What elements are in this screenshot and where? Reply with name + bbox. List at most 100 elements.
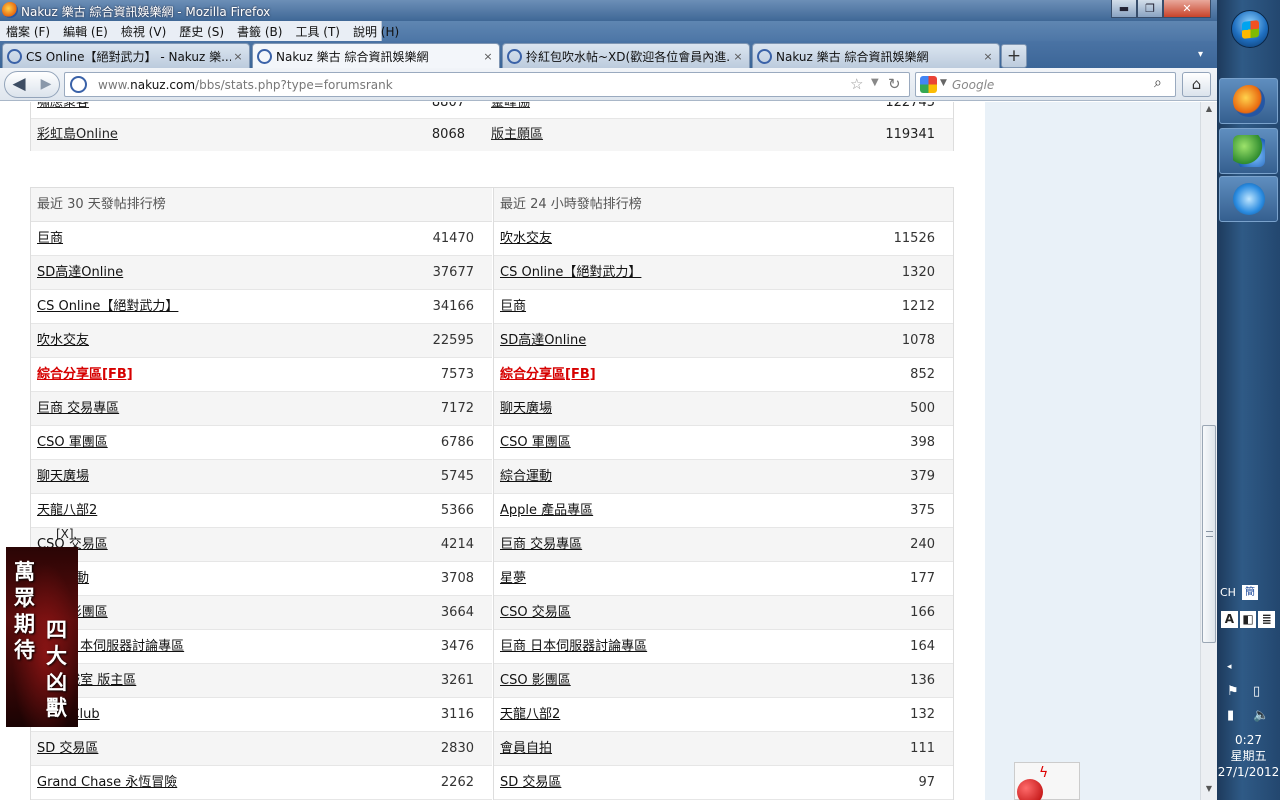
- menu-item[interactable]: 檢視 (V): [121, 23, 166, 40]
- maximize-button[interactable]: ❐: [1137, 0, 1163, 18]
- system-clock[interactable]: 0:27 星期五 27/1/2012: [1217, 732, 1280, 780]
- forum-link[interactable]: 聊天廣場: [500, 392, 552, 425]
- tab-cs-online[interactable]: CS Online【絕對武力】 - Nakuz 樂... ×: [2, 43, 250, 68]
- forum-link[interactable]: 巨商 交易專區: [500, 528, 582, 561]
- tab-close-icon[interactable]: ×: [231, 50, 245, 63]
- forum-link[interactable]: CS Online【絕對武力】: [37, 290, 178, 323]
- device-icon[interactable]: ▯: [1253, 684, 1260, 699]
- forum-link[interactable]: 巨商: [37, 222, 63, 255]
- back-button[interactable]: ◀: [7, 73, 31, 96]
- forum-link[interactable]: 巨商 交易專區: [37, 392, 119, 425]
- forum-link[interactable]: 巨商 日本伺服器討論專區: [500, 630, 647, 663]
- forum-link[interactable]: SD 交易區: [37, 732, 98, 765]
- title-bar[interactable]: Nakuz 樂古 綜合資訊娛樂網 - Mozilla Firefox ▬ ❐ ✕: [0, 0, 1217, 21]
- tab-close-icon[interactable]: ×: [731, 50, 745, 63]
- url-text[interactable]: www.nakuz.com/bbs/stats.php?type=forumsr…: [98, 78, 393, 92]
- menu-item[interactable]: 編輯 (E): [63, 23, 108, 40]
- forum-link[interactable]: 天龍八部2: [37, 494, 97, 527]
- taskbar-messenger[interactable]: [1219, 128, 1278, 174]
- forum-link[interactable]: SD高達Online: [500, 324, 586, 357]
- table-row: 巨商 城室 版主區 3261: [31, 664, 492, 698]
- forum-link[interactable]: CSO 軍團區: [37, 426, 108, 459]
- start-button[interactable]: [1231, 10, 1269, 48]
- post-count: 122745: [885, 102, 935, 110]
- forum-link[interactable]: 星夢: [500, 562, 526, 595]
- forum-link[interactable]: CSO 軍團區: [500, 426, 571, 459]
- address-bar[interactable]: www.nakuz.com/bbs/stats.php?type=forumsr…: [64, 72, 910, 97]
- forum-link[interactable]: 吹水交友: [500, 222, 552, 255]
- volume-icon[interactable]: 🔈: [1253, 708, 1269, 723]
- previous-rank-table: 嘯應衆客 8807 靈峰協 122745 彩虹島Online 8068 版主願區…: [30, 102, 954, 151]
- table-row: 巨商 交易專區 240: [494, 528, 953, 562]
- tab-nakuz[interactable]: Nakuz 樂古 綜合資訊娛樂網 ×: [752, 43, 1000, 68]
- tab-nakuz-active[interactable]: Nakuz 樂古 綜合資訊娛樂網 ×: [252, 43, 500, 69]
- search-input[interactable]: Google: [952, 78, 994, 92]
- ime-menu-icon[interactable]: ≣: [1258, 611, 1276, 628]
- forum-link[interactable]: 天龍八部2: [500, 698, 560, 731]
- forum-link[interactable]: 會員自拍: [500, 732, 552, 765]
- forum-link[interactable]: CSO 交易區: [500, 596, 571, 629]
- ime-width-icon[interactable]: ◧: [1239, 611, 1257, 628]
- scroll-up-icon[interactable]: ▲: [1201, 104, 1217, 118]
- search-bar[interactable]: ▼ Google ⌕: [915, 72, 1176, 97]
- menu-item[interactable]: 工具 (T): [295, 23, 340, 40]
- close-button[interactable]: ✕: [1163, 0, 1211, 18]
- forum-link[interactable]: 吹水交友: [37, 324, 89, 357]
- forum-link[interactable]: 綜合分享區[FB]: [500, 358, 596, 391]
- taskbar-ie[interactable]: [1219, 176, 1278, 222]
- page-scrollbar[interactable]: ▲ ▼: [1200, 102, 1217, 800]
- forum-link[interactable]: Grand Chase 永恆冒險: [37, 766, 177, 799]
- reload-icon[interactable]: ↻: [888, 75, 901, 93]
- tab-list-icon[interactable]: ▾: [1198, 49, 1212, 63]
- forum-link[interactable]: CSO 影團區: [500, 664, 571, 697]
- forward-button[interactable]: ▶: [35, 73, 57, 96]
- show-hidden-icons[interactable]: ◂: [1227, 662, 1232, 672]
- forum-link[interactable]: 版主願區: [491, 119, 543, 151]
- network-signal-icon[interactable]: ▮: [1227, 708, 1234, 723]
- site-identity-icon[interactable]: [70, 76, 87, 93]
- forum-link[interactable]: 嘯應衆客: [37, 102, 89, 119]
- ad-close-button[interactable]: [X]: [56, 527, 74, 541]
- forum-link[interactable]: 綜合分享區[FB]: [37, 358, 133, 391]
- language-indicator[interactable]: CH: [1220, 586, 1236, 599]
- ime-mode-icon[interactable]: A: [1221, 611, 1238, 628]
- table-row: 吹水交友 22595: [31, 324, 492, 358]
- nakuz-favicon-icon: [757, 48, 772, 64]
- tab-label: Nakuz 樂古 綜合資訊娛樂網: [776, 49, 929, 64]
- menu-item[interactable]: 檔案 (F): [6, 23, 50, 40]
- home-button[interactable]: ⌂: [1182, 72, 1211, 97]
- forum-link[interactable]: CS Online【絕對武力】: [500, 256, 641, 289]
- google-engine-icon[interactable]: [920, 76, 937, 93]
- search-go-icon[interactable]: ⌕: [1154, 75, 1162, 91]
- new-tab-button[interactable]: +: [1001, 44, 1027, 68]
- menu-item[interactable]: 歷史 (S): [179, 23, 224, 40]
- forum-link[interactable]: 聊天廣場: [37, 460, 89, 493]
- action-center-flag-icon[interactable]: ⚑: [1227, 684, 1239, 699]
- forum-link[interactable]: SD 交易區: [500, 766, 561, 799]
- floating-ad-banner[interactable]: 萬眾期待 四大凶獸: [6, 547, 78, 727]
- forum-link[interactable]: SD高達Online: [37, 256, 123, 289]
- menu-item[interactable]: 書籤 (B): [237, 23, 282, 40]
- forum-link[interactable]: 靈峰協: [491, 102, 530, 119]
- table-row: 巨商 日本伺服器討論專區 164: [494, 630, 953, 664]
- post-count: 136: [910, 673, 935, 688]
- scroll-thumb[interactable]: [1202, 425, 1216, 643]
- taskbar-firefox[interactable]: [1219, 78, 1278, 124]
- tab-red-packet[interactable]: 拎紅包吹水帖~XD(歡迎各位會員內進... ×: [502, 43, 750, 68]
- tab-close-icon[interactable]: ×: [481, 50, 495, 63]
- menu-item[interactable]: 說明 (H): [353, 23, 399, 40]
- minimize-button[interactable]: ▬: [1111, 0, 1137, 18]
- nakuz-favicon-icon: [257, 49, 272, 64]
- tab-close-icon[interactable]: ×: [981, 50, 995, 63]
- bookmark-star-icon[interactable]: ☆: [850, 75, 863, 93]
- forum-link[interactable]: 巨商: [500, 290, 526, 323]
- forum-link[interactable]: Apple 產品專區: [500, 494, 593, 527]
- engine-dropdown-icon[interactable]: ▼: [940, 78, 947, 88]
- side-ad-thumbnail[interactable]: ϟ: [1014, 762, 1080, 800]
- forum-link[interactable]: 綜合運動: [500, 460, 552, 493]
- scroll-down-icon[interactable]: ▼: [1201, 784, 1217, 798]
- keyboard-layout-icon[interactable]: 簡: [1242, 585, 1258, 600]
- forum-link[interactable]: 彩虹島Online: [37, 119, 118, 151]
- url-dropdown-icon[interactable]: ▼: [871, 77, 879, 88]
- post-count: 240: [910, 537, 935, 552]
